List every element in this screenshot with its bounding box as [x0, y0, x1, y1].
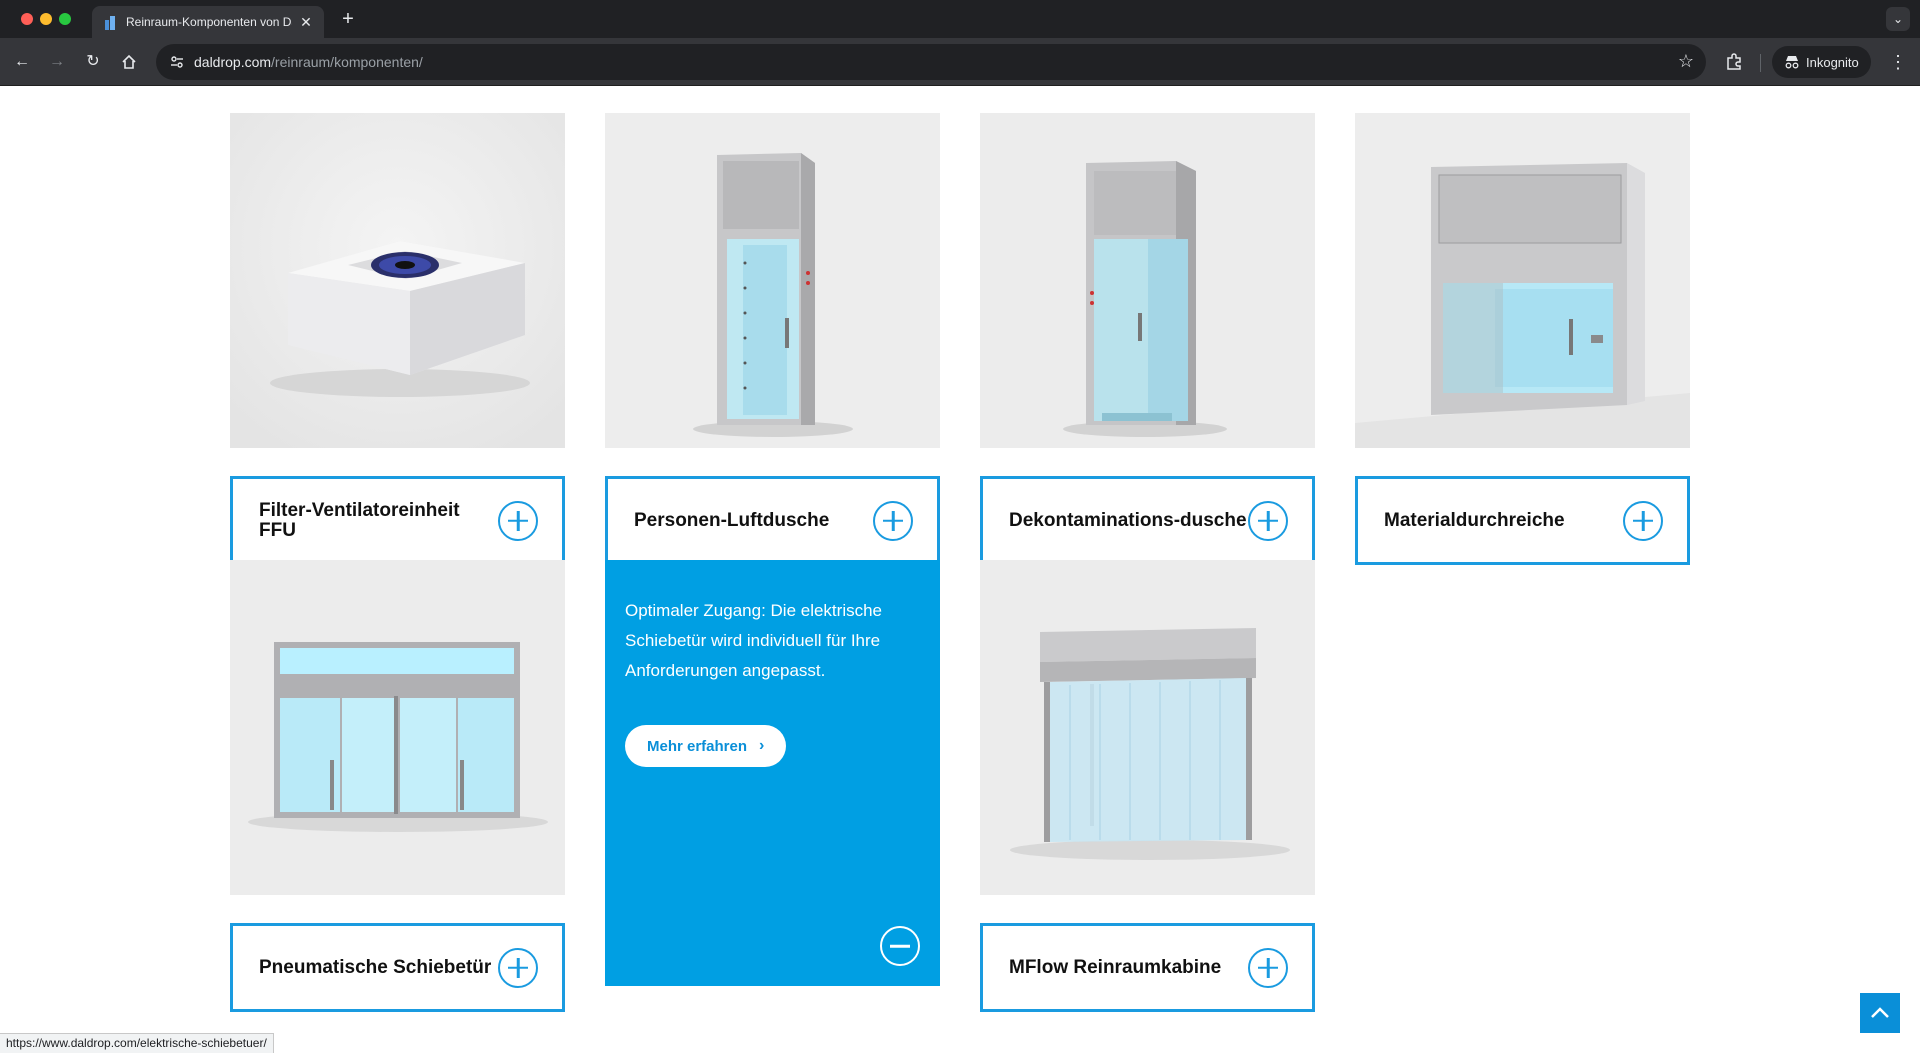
address-bar[interactable]: daldrop.com/reinraum/komponenten/ ☆: [156, 44, 1706, 80]
product-label: Personen-Luftdusche: [634, 509, 830, 531]
cleanroom-cabin-image: [980, 560, 1315, 895]
scroll-to-top-button[interactable]: [1860, 993, 1900, 1033]
product-card-decontamination-shower[interactable]: Dekontaminations-dusche: [980, 113, 1315, 565]
product-label: MFlow Reinraumkabine: [1009, 956, 1222, 978]
incognito-icon: [1785, 56, 1799, 69]
collapse-minus-icon[interactable]: [880, 926, 920, 966]
forward-arrow-icon[interactable]: →: [45, 50, 69, 74]
incognito-indicator[interactable]: Inkognito: [1772, 46, 1871, 78]
decontamination-shower-image: [980, 113, 1315, 448]
chevron-right-icon: ›: [759, 737, 765, 755]
tab-search-chevron-icon[interactable]: ⌄: [1886, 7, 1910, 31]
expand-plus-icon[interactable]: [873, 500, 913, 541]
product-label-box[interactable]: MFlow Reinraumkabine: [980, 923, 1315, 1012]
bookmark-star-icon[interactable]: ☆: [1678, 51, 1694, 72]
expand-plus-icon[interactable]: [498, 500, 538, 541]
home-icon[interactable]: [117, 50, 141, 74]
expand-plus-icon[interactable]: [1248, 947, 1288, 988]
new-tab-icon[interactable]: +: [336, 8, 360, 32]
product-label: Filter-Ventilatoreinheit FFU: [259, 499, 460, 541]
expand-plus-icon[interactable]: [1248, 500, 1288, 541]
product-label-box[interactable]: Materialdurchreiche: [1355, 476, 1690, 565]
page-content: Filter-Ventilatoreinheit FFU Personen-Lu…: [0, 87, 1920, 1053]
product-label-box[interactable]: Personen-Luftdusche: [605, 476, 940, 565]
product-card-mflow-cabin[interactable]: MFlow Reinraumkabine: [980, 560, 1315, 1012]
product-card-air-shower[interactable]: Personen-Luftdusche: [605, 113, 940, 565]
extensions-puzzle-icon[interactable]: [1722, 50, 1746, 74]
air-shower-image: [605, 113, 940, 448]
pass-box-image: [1355, 113, 1690, 448]
toolbar-divider: [1760, 54, 1761, 72]
product-label-box[interactable]: Filter-Ventilatoreinheit FFU: [230, 476, 565, 565]
chevron-up-icon: [1871, 1007, 1889, 1018]
expand-plus-icon[interactable]: [1623, 500, 1663, 541]
product-label-box[interactable]: Dekontaminations-dusche: [980, 476, 1315, 565]
promo-text: Optimaler Zugang: Die elektrische Schieb…: [625, 601, 883, 680]
daldrop-favicon-icon: [102, 14, 118, 30]
promo-card-sliding-door: Optimaler Zugang: Die elektrische Schieb…: [605, 560, 940, 986]
maximize-window-button[interactable]: [59, 13, 71, 25]
close-tab-icon[interactable]: ✕: [298, 14, 314, 31]
product-label: Materialdurchreiche: [1384, 509, 1565, 531]
link-status-bar: https://www.daldrop.com/elektrische-schi…: [0, 1033, 274, 1053]
site-settings-icon[interactable]: [168, 53, 186, 71]
product-label: Pneumatische Schiebetür: [259, 956, 492, 978]
browser-tab[interactable]: Reinraum-Komponenten von Daldrop ✕: [92, 6, 324, 38]
browser-toolbar: ← → ↻ daldrop.com/reinraum/komponenten/ …: [0, 38, 1920, 86]
learn-more-button[interactable]: Mehr erfahren ›: [625, 725, 787, 768]
expand-plus-icon[interactable]: [498, 947, 538, 988]
tab-title: Reinraum-Komponenten von Daldrop: [126, 15, 292, 29]
back-arrow-icon[interactable]: ←: [10, 50, 34, 74]
browser-menu-icon[interactable]: ⋮: [1886, 50, 1910, 74]
minimize-window-button[interactable]: [40, 13, 52, 25]
learn-more-label: Mehr erfahren: [647, 737, 748, 755]
product-label: Dekontaminations-dusche: [1009, 509, 1247, 531]
ffu-unit-image: [230, 113, 565, 448]
reload-icon[interactable]: ↻: [81, 50, 105, 74]
incognito-label: Inkognito: [1806, 54, 1859, 70]
browser-titlebar: Reinraum-Komponenten von Daldrop ✕ + ⌄: [0, 0, 1920, 38]
url-text: daldrop.com/reinraum/komponenten/: [194, 54, 423, 70]
close-window-button[interactable]: [21, 13, 33, 25]
sliding-door-image: [230, 560, 565, 895]
product-card-sliding-door[interactable]: Pneumatische Schiebetür: [230, 560, 565, 1012]
product-label-box[interactable]: Pneumatische Schiebetür: [230, 923, 565, 1012]
product-card-ffu[interactable]: Filter-Ventilatoreinheit FFU: [230, 113, 565, 565]
product-card-pass-box[interactable]: Materialdurchreiche: [1355, 113, 1690, 565]
